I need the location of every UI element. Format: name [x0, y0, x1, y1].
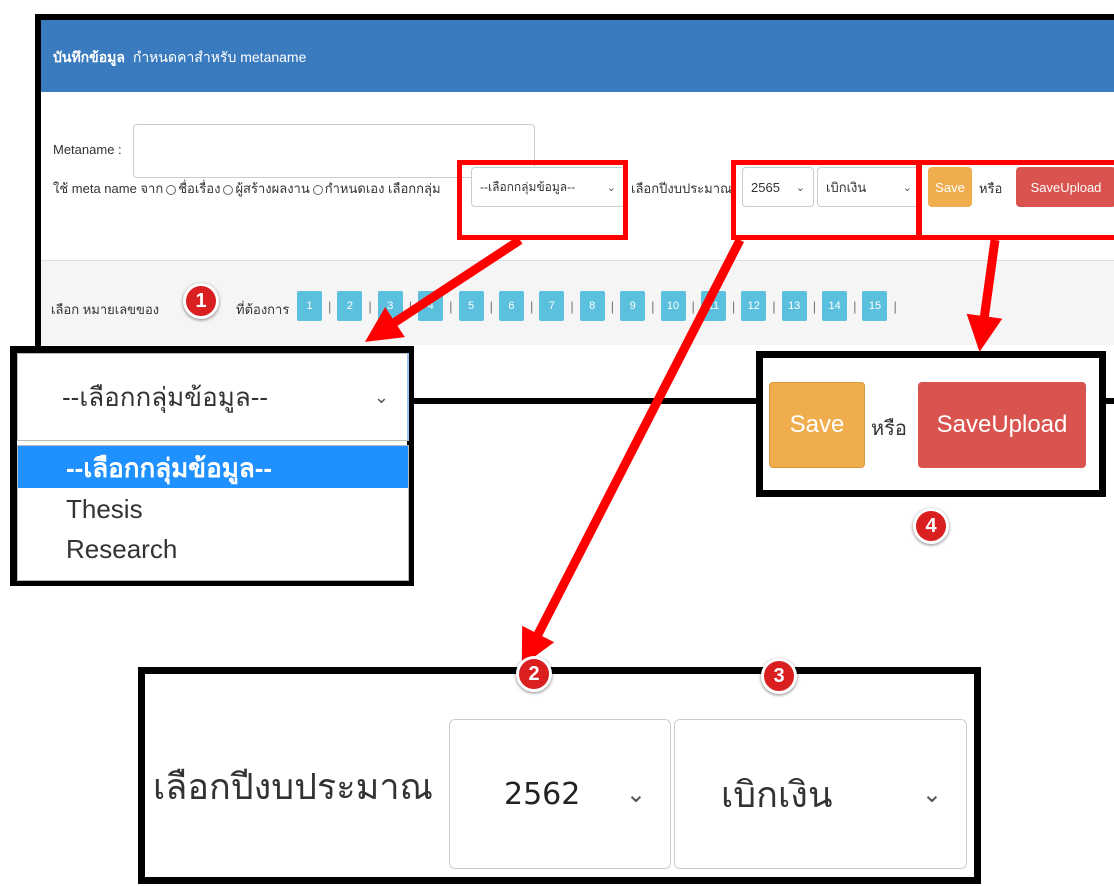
step-badge-2: 2: [516, 656, 552, 692]
step-badge-4: 4: [913, 508, 949, 544]
step-badge-3: 3: [761, 658, 797, 694]
red-arrow: [521, 237, 745, 667]
red-arrow: [966, 239, 1003, 352]
red-arrow: [364, 236, 523, 342]
step-badge-1: 1: [183, 283, 219, 319]
arrow-overlay: [364, 236, 1003, 667]
